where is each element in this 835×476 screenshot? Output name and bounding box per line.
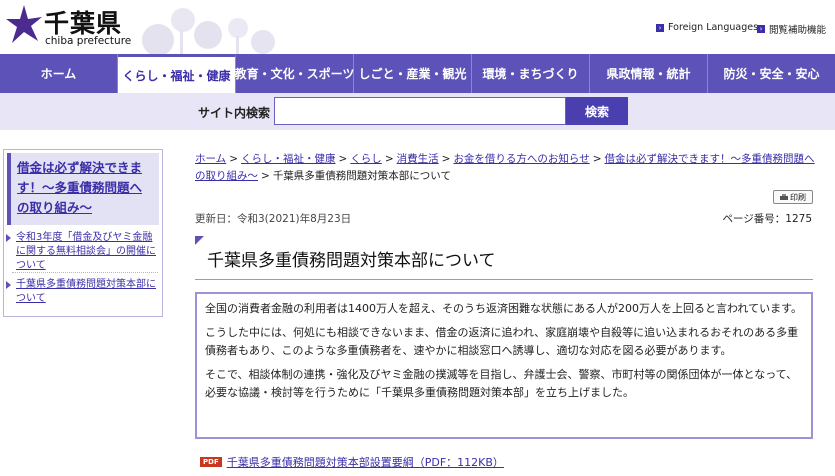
nav-item-environment[interactable]: 環境・まちづくり xyxy=(472,54,590,93)
accessibility-tools-link[interactable]: › 閲覧補助機能 xyxy=(757,22,826,36)
nav-label: しごと・産業・観光 xyxy=(358,67,467,81)
logo-subtitle: chiba prefecture xyxy=(45,35,132,47)
print-button[interactable]: 印刷 xyxy=(773,190,813,204)
page-number: ページ番号：1275 xyxy=(722,213,812,225)
breadcrumb-current: 千葉県多重債務問題対策本部について xyxy=(272,170,451,182)
global-nav: ホーム くらし・福祉・健康 教育・文化・スポーツ しごと・産業・観光 環境・まち… xyxy=(0,54,835,93)
breadcrumb-separator: > xyxy=(592,153,602,165)
breadcrumb: ホーム > くらし・福祉・健康 > くらし > 消費生活 > お金を借りる方へのお知らせ > 借金は… xyxy=(195,151,815,185)
breadcrumb-separator: > xyxy=(338,153,348,165)
sidebar-heading-link[interactable]: 借金は必ず解決できます！～多重債務問題への取り組み～ xyxy=(17,160,142,215)
printer-icon xyxy=(780,193,788,200)
nav-item-work[interactable]: しごと・産業・観光 xyxy=(354,54,472,93)
content-box: 全国の消費者金融の利用者は1400万人を超え、そのうち返済困難な状態にある人が2… xyxy=(195,292,813,439)
header-decoration-icon xyxy=(142,8,275,54)
breadcrumb-home[interactable]: ホーム xyxy=(195,153,226,165)
page-title: 千葉県多重債務問題対策本部について xyxy=(207,251,496,271)
breadcrumb-separator: > xyxy=(441,153,451,165)
pdf-icon: PDF xyxy=(200,457,222,467)
nav-item-education[interactable]: 教育・文化・スポーツ xyxy=(234,54,355,93)
nav-label: 環境・まちづくり xyxy=(482,67,579,81)
breadcrumb-consumer[interactable]: 消費生活 xyxy=(397,153,439,165)
arrow-right-icon xyxy=(6,234,11,242)
sidebar-item-label[interactable]: 千葉県多重債務問題対策本部について xyxy=(16,279,156,304)
search-label: サイト内検索 xyxy=(198,106,271,120)
print-label: 印刷 xyxy=(790,192,806,202)
breadcrumb-separator: > xyxy=(384,153,394,165)
arrow-right-icon xyxy=(6,281,11,289)
sidebar-divider xyxy=(12,272,158,273)
paragraph-2: こうした中には、何処にも相談できないまま、借金の返済に追われ、家庭崩壊や自殺等に… xyxy=(205,326,799,357)
nav-label: 防災・安全・安心 xyxy=(723,67,820,81)
sidebar-item-task-force[interactable]: 千葉県多重債務問題対策本部について xyxy=(6,278,156,306)
accessibility-tools-label: 閲覧補助機能 xyxy=(769,25,827,36)
title-corner-decoration xyxy=(195,236,204,245)
search-input[interactable] xyxy=(274,97,566,125)
nav-label: 県政情報・統計 xyxy=(606,67,691,81)
nav-label: くらし・福祉・健康 xyxy=(122,68,231,83)
nav-label: 教育・文化・スポーツ xyxy=(234,67,355,81)
breadcrumb-borrowing[interactable]: お金を借りる方へのお知らせ xyxy=(453,153,589,165)
breadcrumb-separator: > xyxy=(229,153,238,165)
breadcrumb-life[interactable]: くらし xyxy=(350,153,382,165)
chiba-emblem-icon xyxy=(6,5,42,43)
site-header: 千葉県 chiba prefecture › Foreign Languages… xyxy=(0,0,835,54)
paragraph-3: そこで、相談体制の連携・強化及びヤミ金融の撲滅等を目指し、弁護士会、警察、市町村… xyxy=(205,368,798,399)
pdf-link[interactable]: 千葉県多重債務問題対策本部設置要綱（PDF：112KB） xyxy=(227,454,504,470)
sidebar-heading[interactable]: 借金は必ず解決できます！～多重債務問題への取り組み～ xyxy=(7,153,159,225)
search-button[interactable]: 検索 xyxy=(566,97,628,125)
nav-item-living[interactable]: くらし・福祉・健康 xyxy=(118,54,236,93)
chevron-right-icon: › xyxy=(757,25,765,33)
nav-item-disaster[interactable]: 防災・安全・安心 xyxy=(708,54,835,93)
nav-item-home[interactable]: ホーム xyxy=(0,54,118,93)
page-title-block: 千葉県多重債務問題対策本部について xyxy=(195,236,813,280)
breadcrumb-separator: > xyxy=(261,170,270,182)
nav-label: ホーム xyxy=(40,67,77,81)
sidebar: 借金は必ず解決できます！～多重債務問題への取り組み～ 令和3年度「借金及びヤミ金… xyxy=(3,149,163,317)
sidebar-item-label[interactable]: 令和3年度「借金及びヤミ金融に関する無料相談会」の開催について xyxy=(16,232,156,271)
site-search-bar: サイト内検索 検索 xyxy=(0,93,835,130)
site-logo[interactable]: 千葉県 chiba prefecture xyxy=(4,3,134,49)
breadcrumb-living[interactable]: くらし・福祉・健康 xyxy=(241,153,336,165)
chevron-right-icon: › xyxy=(656,23,664,32)
paragraph-1: 全国の消費者金融の利用者は1400万人を超え、そのうち返済困難な状態にある人が2… xyxy=(205,302,803,315)
foreign-languages-label: Foreign Languages xyxy=(668,22,759,33)
pdf-download[interactable]: PDF 千葉県多重債務問題対策本部設置要綱（PDF：112KB） xyxy=(200,454,504,470)
updated-date: 更新日：令和3(2021)年8月23日 xyxy=(195,213,352,225)
foreign-languages-link[interactable]: › Foreign Languages xyxy=(656,22,758,33)
nav-item-prefecture-info[interactable]: 県政情報・統計 xyxy=(590,54,708,93)
sidebar-item-consultation[interactable]: 令和3年度「借金及びヤミ金融に関する無料相談会」の開催について xyxy=(6,231,156,273)
